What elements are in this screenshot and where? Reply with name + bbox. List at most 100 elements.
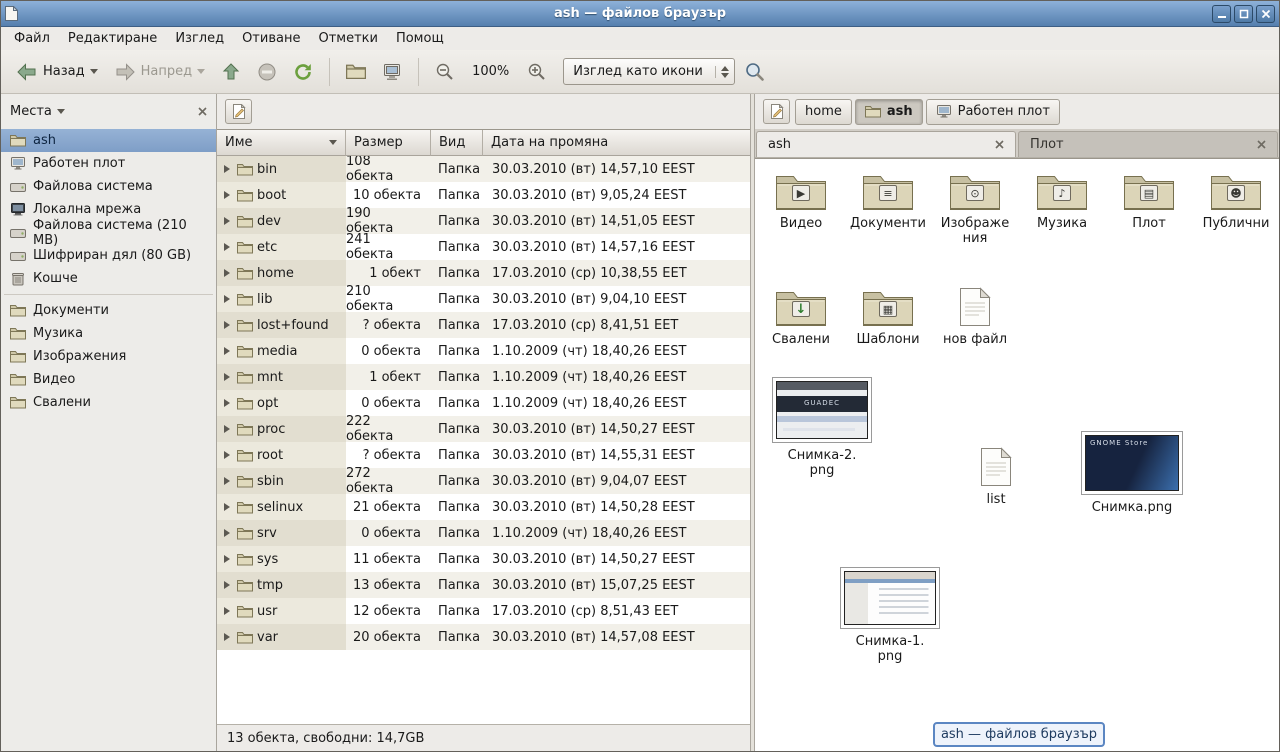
table-row[interactable]: opt0 обектаПапка1.10.2009 (чт) 18,40,26 … xyxy=(217,390,750,416)
column-header-type[interactable]: Вид xyxy=(431,130,483,156)
expander-icon[interactable] xyxy=(221,580,233,590)
sidebar-item-6[interactable]: Кошче xyxy=(1,267,216,290)
expander-icon[interactable] xyxy=(221,476,233,486)
expander-icon[interactable] xyxy=(221,320,233,330)
table-row[interactable]: srv0 обектаПапка1.10.2009 (чт) 18,40,26 … xyxy=(217,520,750,546)
close-button[interactable] xyxy=(1256,5,1275,23)
expander-icon[interactable] xyxy=(221,164,233,174)
expander-icon[interactable] xyxy=(221,502,233,512)
icon-item[interactable]: GNOME StoreСнимка.png xyxy=(1075,431,1189,515)
table-row[interactable]: lib210 обектаПапка30.03.2010 (вт) 9,04,1… xyxy=(217,286,750,312)
icon-item[interactable]: нов файл xyxy=(937,287,1013,347)
table-row[interactable]: lost+found? обектаПапка17.03.2010 (ср) 8… xyxy=(217,312,750,338)
sidebar-item-4[interactable]: Файлова система (210 MB) xyxy=(1,221,216,244)
expander-icon[interactable] xyxy=(221,398,233,408)
menu-item-2[interactable]: Изглед xyxy=(166,28,233,49)
search-button[interactable] xyxy=(737,55,772,89)
sidebar-item-9[interactable]: Музика xyxy=(1,322,216,345)
minimize-button[interactable] xyxy=(1212,5,1231,23)
taskbar-window-button[interactable]: ash — файлов браузър xyxy=(933,722,1105,747)
titlebar[interactable]: ash — файлов браузър xyxy=(1,1,1279,27)
location-toggle-button[interactable] xyxy=(225,99,252,124)
column-header-name[interactable]: Име xyxy=(217,130,346,156)
computer-button[interactable] xyxy=(375,55,409,89)
maximize-button[interactable] xyxy=(1234,5,1253,23)
column-header-size[interactable]: Размер xyxy=(346,130,431,156)
stop-button[interactable] xyxy=(250,55,284,89)
expander-icon[interactable] xyxy=(221,554,233,564)
expander-icon[interactable] xyxy=(221,632,233,642)
back-button[interactable]: Назад xyxy=(9,55,105,89)
sidebar-close-icon[interactable] xyxy=(198,107,207,116)
forward-history-caret-icon[interactable] xyxy=(197,69,205,74)
back-history-caret-icon[interactable] xyxy=(90,69,98,74)
expander-icon[interactable] xyxy=(221,268,233,278)
icon-item[interactable]: Снимка-1.png xyxy=(835,567,945,664)
table-row[interactable]: home1 обектПапка17.03.2010 (ср) 10,38,55… xyxy=(217,260,750,286)
expander-icon[interactable] xyxy=(221,346,233,356)
icon-item[interactable]: ☻Публични xyxy=(1198,171,1274,246)
zoom-out-button[interactable] xyxy=(428,55,461,89)
icon-item[interactable]: ≡Документи xyxy=(850,171,926,246)
icon-item[interactable]: ▤Плот xyxy=(1111,171,1187,246)
table-row[interactable]: tmp13 обектаПапка30.03.2010 (вт) 15,07,2… xyxy=(217,572,750,598)
table-row[interactable]: selinux21 обектаПапка30.03.2010 (вт) 14,… xyxy=(217,494,750,520)
table-row[interactable]: mnt1 обектПапка1.10.2009 (чт) 18,40,26 E… xyxy=(217,364,750,390)
icon-view[interactable]: ▶Видео≡Документи⊙Изображения♪Музика▤Плот… xyxy=(755,158,1279,751)
sidebar-item-12[interactable]: Свалени xyxy=(1,391,216,414)
home-button[interactable] xyxy=(339,55,373,89)
expander-icon[interactable] xyxy=(221,528,233,538)
icon-item[interactable]: ↓Свалени xyxy=(763,287,839,347)
table-row[interactable]: bin108 обектаПапка30.03.2010 (вт) 14,57,… xyxy=(217,156,750,182)
reload-button[interactable] xyxy=(286,55,320,89)
sidebar-item-2[interactable]: Файлова система xyxy=(1,175,216,198)
path-button-0[interactable]: home xyxy=(795,99,852,125)
table-row[interactable]: sys11 обектаПапка30.03.2010 (вт) 14,50,2… xyxy=(217,546,750,572)
table-row[interactable]: etc241 обектаПапка30.03.2010 (вт) 14,57,… xyxy=(217,234,750,260)
tab-close-icon[interactable] xyxy=(1257,140,1266,149)
expander-icon[interactable] xyxy=(221,242,233,252)
table-row[interactable]: boot10 обектаПапка30.03.2010 (вт) 9,05,2… xyxy=(217,182,750,208)
location-toggle-button[interactable] xyxy=(763,99,790,124)
table-row[interactable]: usr12 обектаПапка17.03.2010 (ср) 8,51,43… xyxy=(217,598,750,624)
tab-close-icon[interactable] xyxy=(995,140,1004,149)
sidebar-item-5[interactable]: Шифриран дял (80 GB) xyxy=(1,244,216,267)
path-button-2[interactable]: Работен плот xyxy=(926,99,1060,125)
expander-icon[interactable] xyxy=(221,606,233,616)
forward-button[interactable]: Напред xyxy=(107,55,212,89)
menu-item-0[interactable]: Файл xyxy=(5,28,59,49)
expander-icon[interactable] xyxy=(221,216,233,226)
tab-1[interactable]: Плот xyxy=(1018,131,1278,157)
table-row[interactable]: proc222 обектаПапка30.03.2010 (вт) 14,50… xyxy=(217,416,750,442)
zoom-in-button[interactable] xyxy=(520,55,553,89)
tab-0[interactable]: ash xyxy=(756,131,1016,157)
expander-icon[interactable] xyxy=(221,294,233,304)
expander-icon[interactable] xyxy=(221,190,233,200)
table-row[interactable]: media0 обектаПапка1.10.2009 (чт) 18,40,2… xyxy=(217,338,750,364)
menu-item-4[interactable]: Отметки xyxy=(309,28,386,49)
expander-icon[interactable] xyxy=(221,450,233,460)
table-row[interactable]: sbin272 обектаПапка30.03.2010 (вт) 9,04,… xyxy=(217,468,750,494)
table-row[interactable]: root? обектаПапка30.03.2010 (вт) 14,55,3… xyxy=(217,442,750,468)
sidebar-item-11[interactable]: Видео xyxy=(1,368,216,391)
icon-item[interactable]: ▶Видео xyxy=(763,171,839,246)
icon-item[interactable]: ♪Музика xyxy=(1024,171,1100,246)
table-row[interactable]: dev190 обектаПапка30.03.2010 (вт) 14,51,… xyxy=(217,208,750,234)
table-row[interactable]: var20 обектаПапка30.03.2010 (вт) 14,57,0… xyxy=(217,624,750,650)
menu-item-3[interactable]: Отиване xyxy=(233,28,309,49)
icon-item[interactable]: ▦Шаблони xyxy=(850,287,926,347)
sidebar-item-0[interactable]: ash xyxy=(1,129,216,152)
expander-icon[interactable] xyxy=(221,424,233,434)
up-button[interactable] xyxy=(214,55,248,89)
icon-item[interactable]: GUADECСнимка-2.png xyxy=(767,377,877,478)
sidebar-item-10[interactable]: Изображения xyxy=(1,345,216,368)
sidebar-title-caret-icon[interactable] xyxy=(57,109,65,114)
menu-item-5[interactable]: Помощ xyxy=(387,28,453,49)
icon-item[interactable]: ⊙Изображения xyxy=(937,171,1013,246)
sidebar-title[interactable]: Места xyxy=(10,104,52,119)
menu-item-1[interactable]: Редактиране xyxy=(59,28,166,49)
path-button-1[interactable]: ash xyxy=(855,99,923,125)
icon-item[interactable]: list xyxy=(960,447,1032,507)
expander-icon[interactable] xyxy=(221,372,233,382)
sidebar-item-1[interactable]: Работен плот xyxy=(1,152,216,175)
